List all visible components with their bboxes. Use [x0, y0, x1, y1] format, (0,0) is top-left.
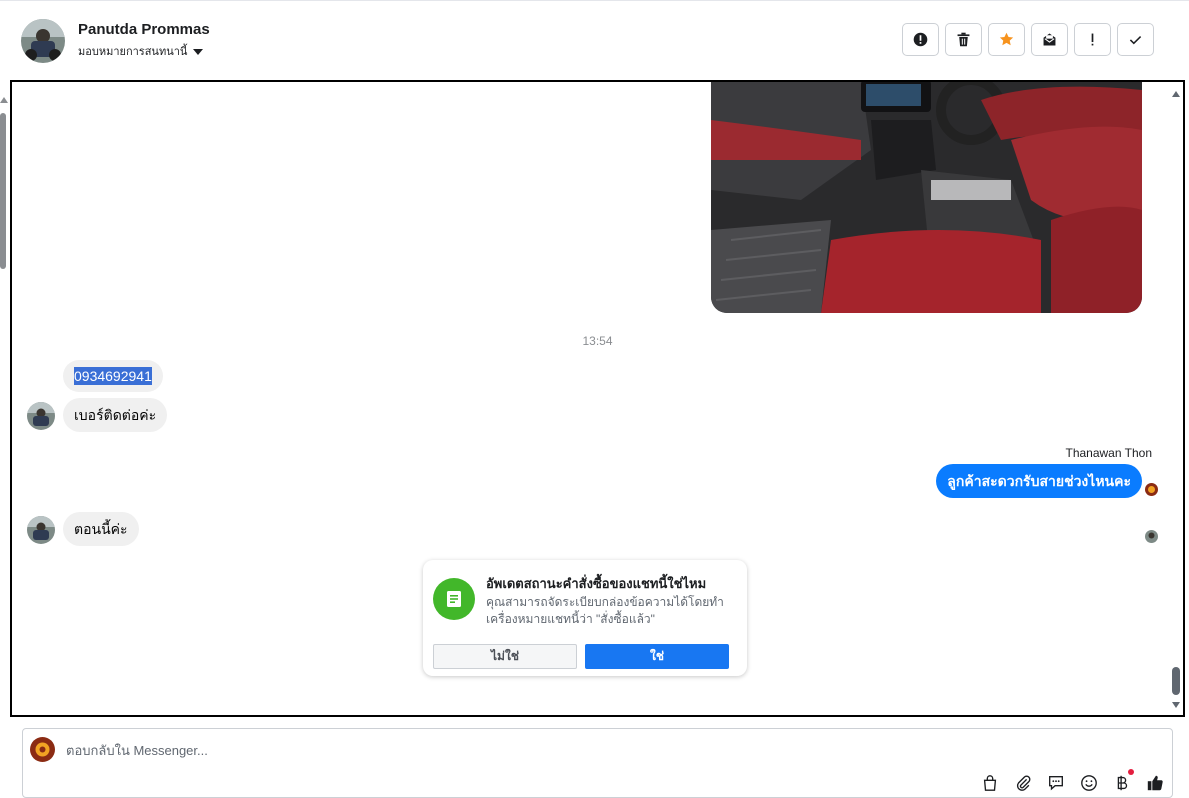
order-status-prompt: อัพเดตสถานะคำสั่งซื้อของแชทนี้ใช่ไหม คุณ…: [423, 560, 747, 676]
message-text: ตอนนี้ค่ะ: [74, 521, 128, 537]
contact-avatar-small[interactable]: [27, 516, 55, 544]
sender-name: Thanawan Thon: [1065, 446, 1152, 460]
follow-up-icon: [1091, 33, 1094, 46]
message-text: เบอร์ติดต่อค่ะ: [74, 407, 157, 423]
attachment-icon[interactable]: [1013, 773, 1032, 792]
trash-icon: [957, 32, 970, 47]
message-composer: [22, 728, 1173, 798]
shared-car-interior-image[interactable]: [711, 82, 1142, 313]
spam-icon: [913, 32, 928, 47]
mark-done-button[interactable]: [1117, 23, 1154, 56]
star-button[interactable]: [988, 23, 1025, 56]
chat-scrollbar-thumb[interactable]: [1172, 667, 1180, 695]
contact-seen-avatar: [1145, 530, 1158, 543]
scroll-up-arrow[interactable]: [1172, 91, 1180, 97]
notification-dot: [1128, 769, 1134, 775]
left-scroll-up-arrow[interactable]: [0, 97, 8, 103]
message-bubble-incoming[interactable]: ตอนนี้ค่ะ: [63, 512, 139, 546]
contact-avatar-small[interactable]: [27, 402, 55, 430]
scroll-down-arrow[interactable]: [1172, 702, 1180, 708]
reply-input[interactable]: [66, 743, 766, 758]
agent-avatar: [30, 737, 55, 762]
mark-spam-button[interactable]: [902, 23, 939, 56]
assign-label: มอบหมายการสนทนานี้: [78, 46, 188, 58]
left-scrollbar-thumb[interactable]: [0, 113, 6, 269]
prompt-description: คุณสามารถจัดระเบียบกล่องข้อความได้โดยทำเ…: [486, 595, 724, 626]
like-icon[interactable]: [1145, 773, 1164, 792]
delete-button[interactable]: [945, 23, 982, 56]
mark-unread-icon: [1043, 33, 1056, 46]
message-thread: 13:54 0934692941 เบอร์ติดต่อค่ะ Thanawan…: [10, 80, 1185, 717]
conversation-toolbar: [902, 23, 1154, 56]
message-bubble-incoming[interactable]: เบอร์ติดต่อค่ะ: [63, 398, 168, 432]
message-timestamp: 13:54: [582, 334, 613, 348]
message-text: 0934692941: [74, 367, 152, 385]
agent-avatar-receipt: [1145, 483, 1158, 496]
conversation-header: Panutda Prommas มอบหมายการสนทนานี้: [0, 0, 1189, 81]
shopping-bag-icon[interactable]: [980, 773, 999, 792]
yes-button[interactable]: ใช่: [585, 644, 729, 669]
mark-unread-button[interactable]: [1031, 23, 1068, 56]
follow-up-button[interactable]: [1074, 23, 1111, 56]
contact-name[interactable]: Panutda Prommas: [78, 21, 210, 38]
done-icon: [1129, 35, 1142, 45]
emoji-icon[interactable]: [1079, 773, 1098, 792]
prompt-title: อัพเดตสถานะคำสั่งซื้อของแชทนี้ใช่ไหม: [486, 576, 707, 591]
message-text: ลูกค้าสะดวกรับสายช่วงไหนคะ: [947, 473, 1131, 489]
assign-conversation-dropdown[interactable]: มอบหมายการสนทนานี้: [78, 42, 204, 60]
star-icon: [999, 32, 1014, 46]
order-icon: [433, 578, 475, 620]
contact-avatar[interactable]: [21, 19, 65, 63]
baht-icon[interactable]: [1112, 769, 1134, 792]
message-bubble-incoming[interactable]: 0934692941: [63, 360, 163, 392]
message-bubble-outgoing[interactable]: ลูกค้าสะดวกรับสายช่วงไหนคะ: [936, 464, 1142, 498]
chevron-down-icon: [193, 48, 204, 55]
no-button[interactable]: ไม่ใช่: [433, 644, 577, 669]
composer-actions: [980, 769, 1164, 792]
saved-reply-icon[interactable]: [1046, 773, 1065, 792]
